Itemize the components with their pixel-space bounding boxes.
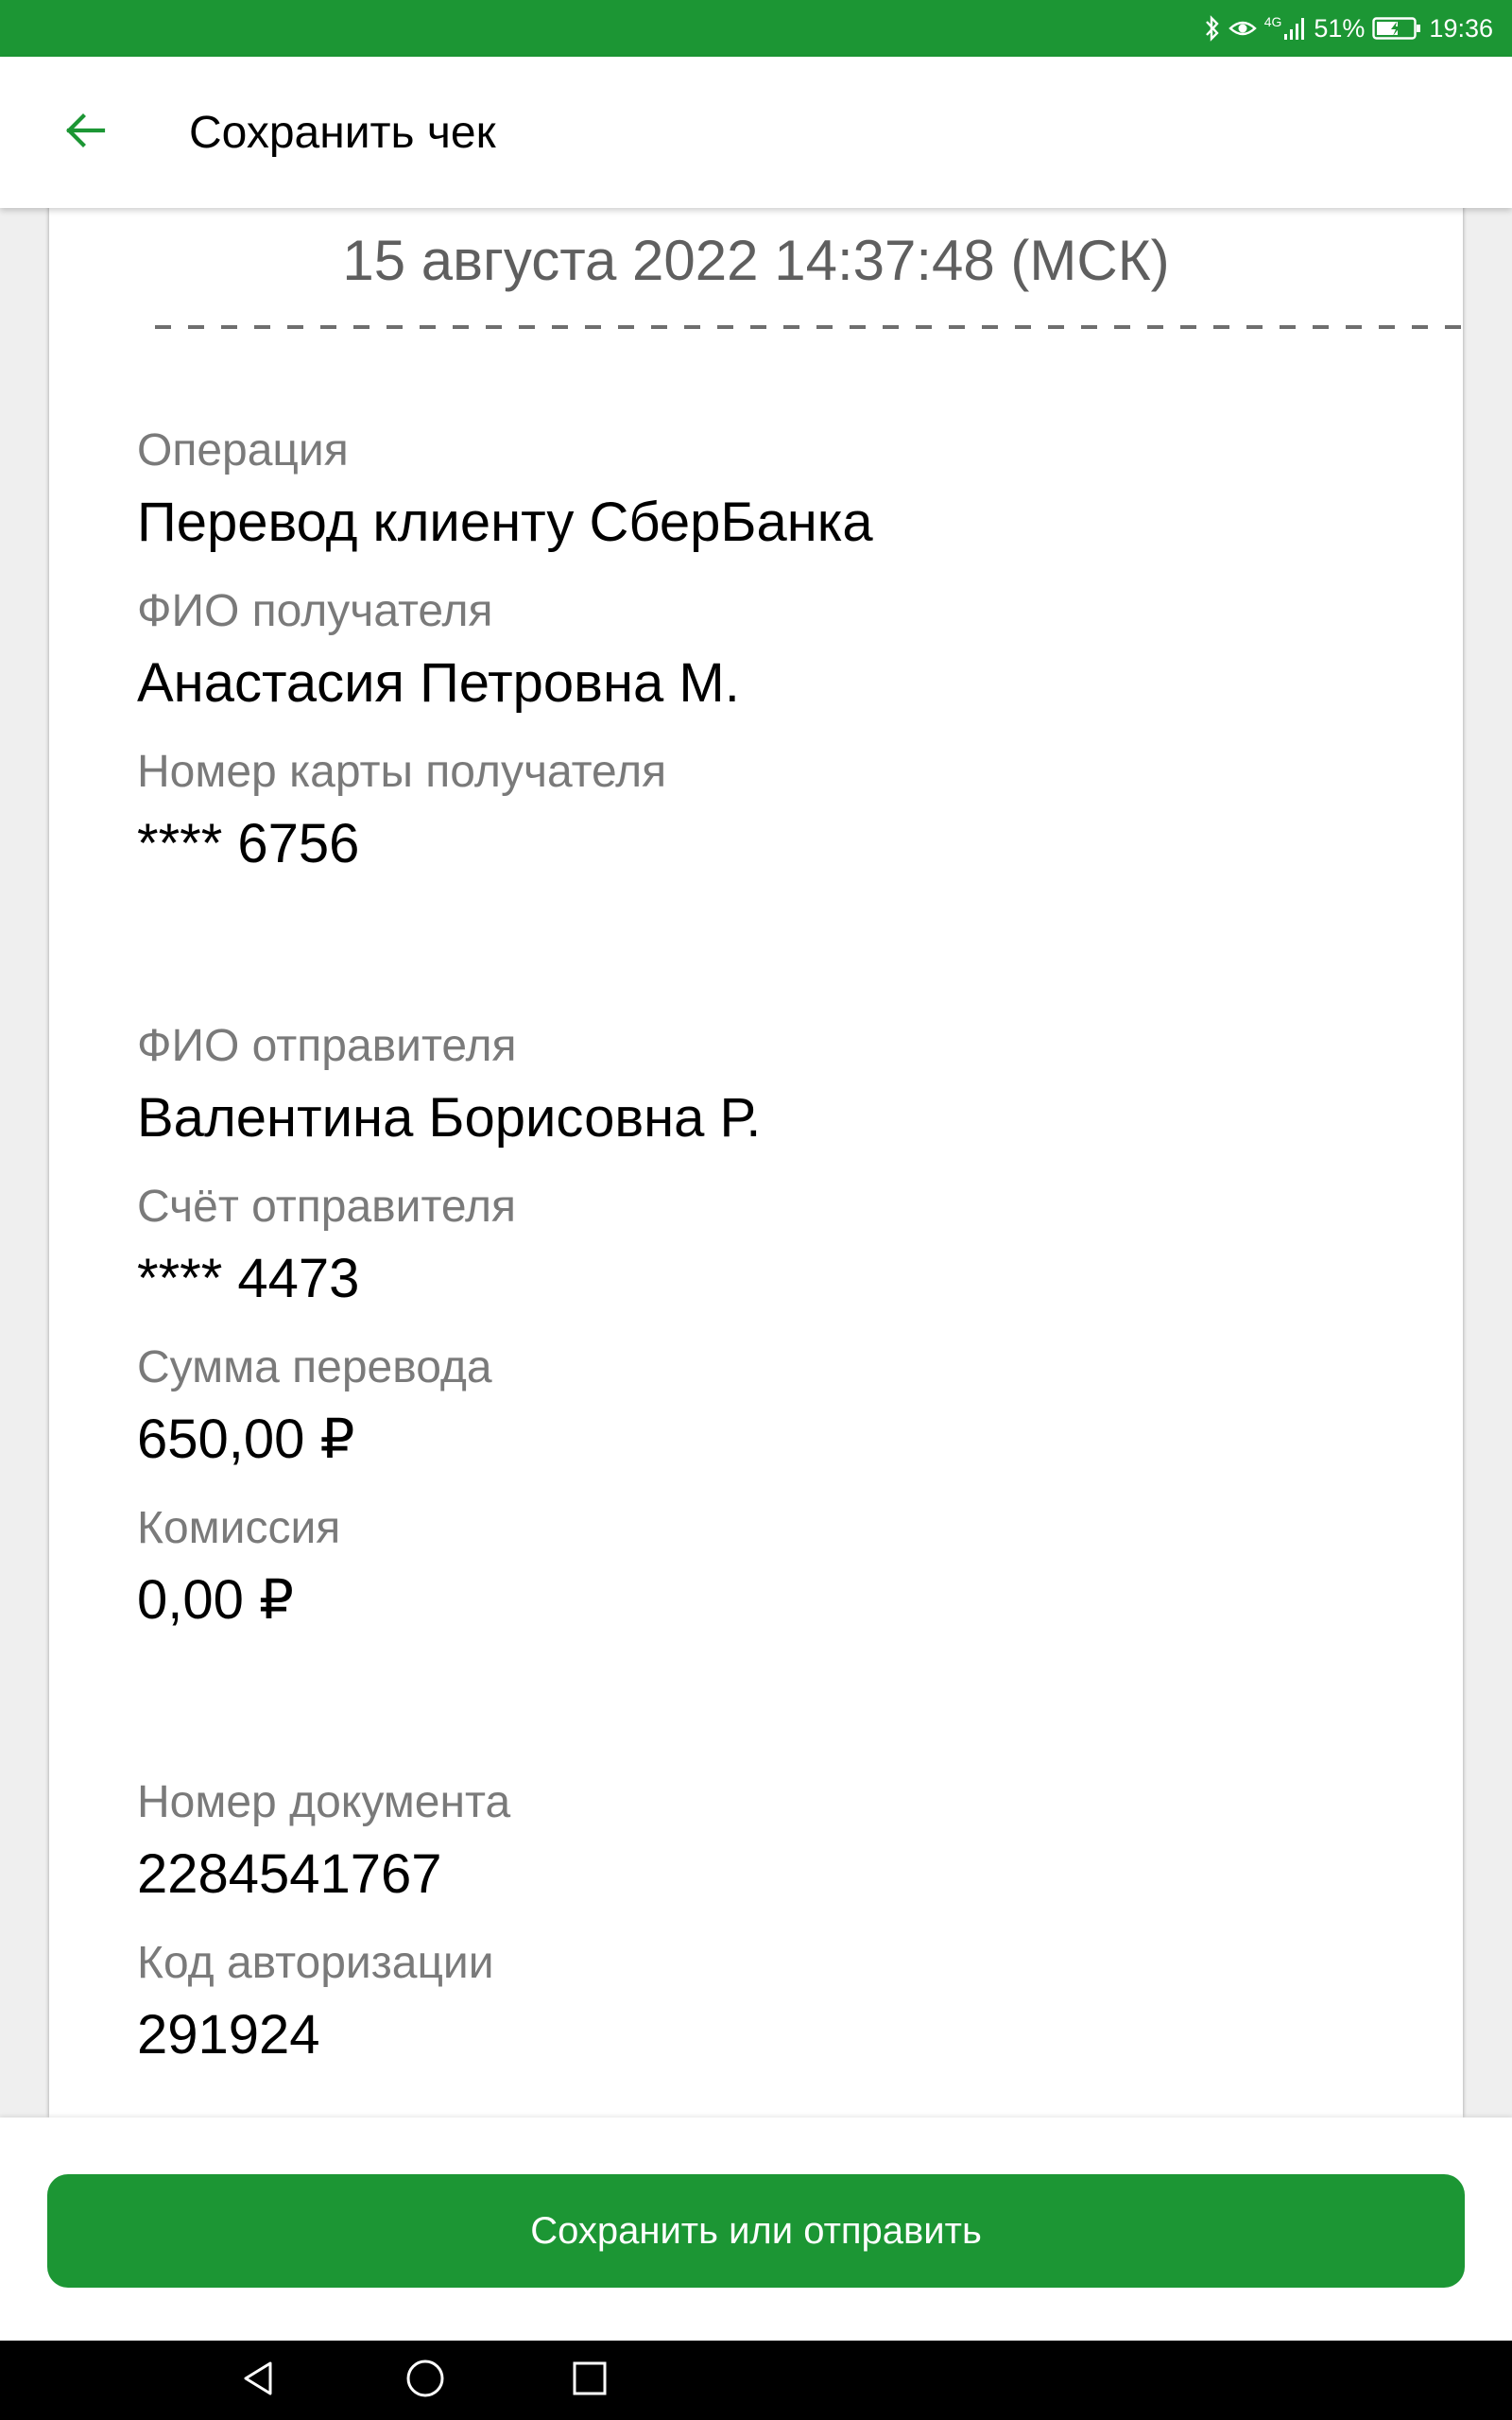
recipient-name-value: Анастасия Петровна М.	[137, 651, 740, 714]
recipient-name-field: ФИО получателя Анастасия Петровна М.	[137, 584, 740, 716]
auth-code-value: 291924	[137, 2003, 320, 2066]
auth-code-label: Код авторизации	[137, 1938, 494, 1988]
auth-code-field: Код авторизации 291924	[137, 1936, 494, 2067]
commission-field: Комиссия 0,00 ₽	[137, 1501, 340, 1633]
nav-back-button[interactable]	[230, 2352, 286, 2409]
arrow-left-icon	[64, 112, 106, 152]
nav-recents-button[interactable]	[561, 2352, 618, 2409]
sender-name-label: ФИО отправителя	[137, 1021, 517, 1071]
recents-square-icon	[571, 2360, 609, 2402]
operation-value: Перевод клиенту СберБанка	[137, 491, 873, 553]
sender-account-field: Счёт отправителя **** 4473	[137, 1180, 516, 1311]
page-title: Сохранить чек	[189, 108, 496, 158]
operation-label: Операция	[137, 425, 349, 475]
battery-percent: 51%	[1314, 13, 1366, 43]
app-bar: Сохранить чек	[0, 57, 1512, 208]
bluetooth-icon	[1204, 15, 1221, 42]
home-circle-icon	[404, 2358, 446, 2404]
recipient-card-field: Номер карты получателя **** 6756	[137, 745, 666, 876]
amount-field: Сумма перевода 650,00 ₽	[137, 1340, 492, 1472]
document-number-label: Номер документа	[137, 1777, 511, 1827]
commission-label: Комиссия	[137, 1503, 341, 1553]
bottom-action-bar: Сохранить или отправить	[0, 2118, 1512, 2341]
document-number-value: 2284541767	[137, 1842, 442, 1905]
document-number-field: Номер документа 2284541767	[137, 1775, 510, 1907]
save-or-send-button[interactable]: Сохранить или отправить	[47, 2174, 1465, 2288]
sender-name-field: ФИО отправителя Валентина Борисовна Р.	[137, 1019, 761, 1150]
nav-home-button[interactable]	[397, 2352, 454, 2409]
commission-value: 0,00 ₽	[137, 1568, 294, 1631]
status-indicators: 4G 51% 19:36	[1204, 0, 1493, 57]
back-button[interactable]	[47, 98, 123, 166]
eye-icon	[1228, 17, 1257, 40]
recipient-name-label: ФИО получателя	[137, 586, 493, 636]
amount-value: 650,00 ₽	[137, 1408, 355, 1470]
dashed-divider	[155, 325, 1473, 329]
sender-account-value: **** 4473	[137, 1247, 360, 1309]
clock: 19:36	[1429, 13, 1493, 43]
amount-label: Сумма перевода	[137, 1342, 492, 1392]
status-bar: 4G 51% 19:36	[0, 0, 1512, 57]
system-navigation-bar	[0, 2341, 1512, 2420]
sender-name-value: Валентина Борисовна Р.	[137, 1086, 762, 1149]
back-triangle-icon	[239, 2360, 277, 2402]
network-type-label: 4G	[1263, 14, 1282, 29]
battery-icon	[1372, 16, 1421, 41]
recipient-card-label: Номер карты получателя	[137, 747, 667, 797]
recipient-card-value: **** 6756	[137, 812, 360, 874]
operation-field: Операция Перевод клиенту СберБанка	[137, 424, 873, 555]
sender-account-label: Счёт отправителя	[137, 1182, 517, 1232]
receipt-datetime: 15 августа 2022 14:37:48 (МСК)	[342, 229, 1170, 292]
signal-icon	[1283, 16, 1306, 41]
receipt-card: 15 августа 2022 14:37:48 (МСК) Операция …	[49, 180, 1473, 2118]
